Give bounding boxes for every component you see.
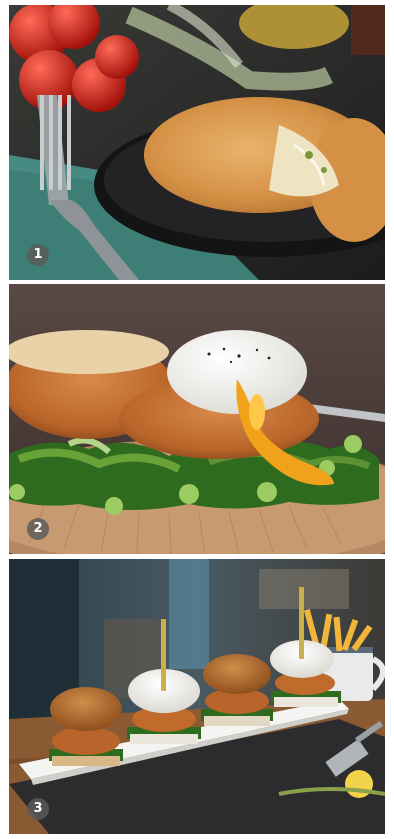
panel-number-badge: 2 [27, 518, 49, 540]
fish-cake-image [9, 5, 385, 280]
panel-number-badge: 1 [27, 244, 49, 266]
sliders-image [9, 559, 385, 834]
panel-number-badge: 3 [27, 798, 49, 820]
photo-fish-cakes-poached-egg: 2 [9, 284, 385, 554]
photo-fish-cake: 1 [9, 5, 385, 280]
poached-egg-image [9, 284, 385, 554]
photo-sliders-platter: 3 [9, 559, 385, 834]
